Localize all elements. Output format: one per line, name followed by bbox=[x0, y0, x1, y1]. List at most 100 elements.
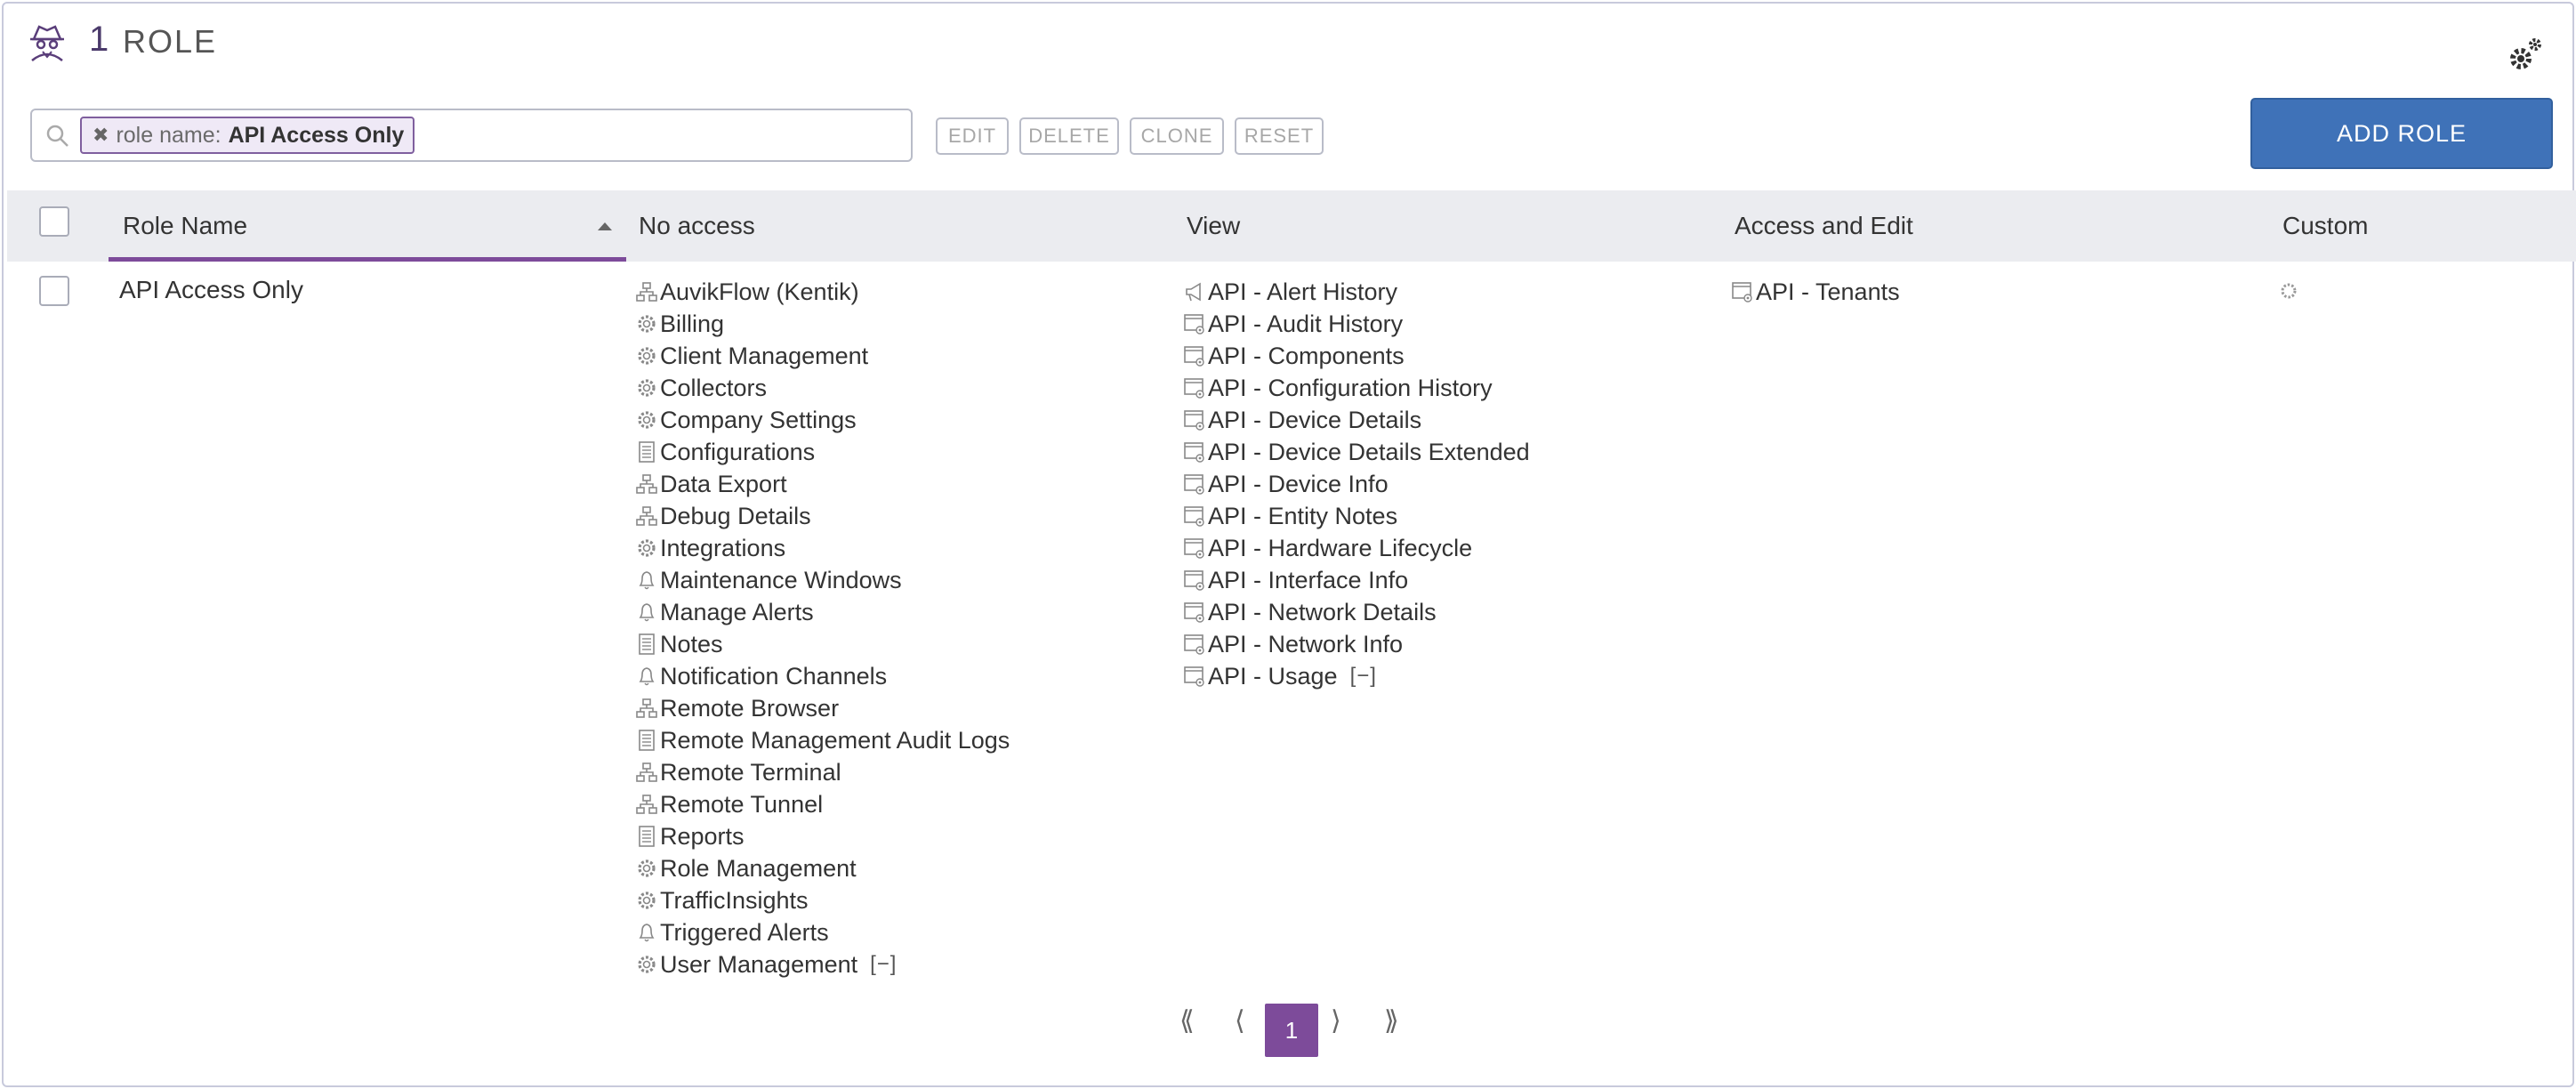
bell-icon bbox=[639, 603, 655, 622]
permission-label: API - Audit History bbox=[1208, 310, 1404, 337]
permission-label: API - Hardware Lifecycle bbox=[1208, 534, 1473, 561]
permission-label: API - Interface Info bbox=[1208, 566, 1409, 593]
document-icon bbox=[639, 633, 655, 655]
remove-filter-icon[interactable]: ✖ bbox=[93, 124, 109, 147]
column-header-view: View bbox=[1187, 212, 1241, 239]
permission-item: Manage Alerts bbox=[635, 596, 1010, 628]
api-window-icon bbox=[1184, 602, 1204, 623]
gear-icon bbox=[638, 859, 656, 877]
permission-label: Debug Details bbox=[660, 502, 811, 529]
permission-item: Configurations bbox=[635, 436, 1010, 468]
filter-chip-value: API Access Only bbox=[228, 122, 405, 148]
permission-label: API - Device Info bbox=[1208, 470, 1389, 497]
permission-label: Role Management bbox=[660, 854, 857, 882]
collapse-toggle[interactable]: [−] bbox=[1350, 664, 1377, 689]
api-window-icon bbox=[1184, 634, 1204, 655]
delete-button[interactable]: DELETE bbox=[1019, 117, 1119, 155]
permission-label: API - Alert History bbox=[1208, 278, 1398, 305]
permission-item: Remote Tunnel bbox=[635, 788, 1010, 820]
search-box[interactable]: ✖ role name: API Access Only bbox=[30, 109, 913, 162]
permission-item: API - Audit History bbox=[1183, 308, 1530, 340]
permission-label: API - Components bbox=[1208, 342, 1405, 369]
permission-item: Data Export bbox=[635, 468, 1010, 500]
sort-ascending-icon bbox=[598, 222, 612, 230]
permission-label: AuvikFlow (Kentik) bbox=[660, 278, 859, 305]
api-window-icon bbox=[1184, 538, 1204, 559]
permission-item: API - Device Details Extended bbox=[1183, 436, 1530, 468]
permission-item: API - Usage [−] bbox=[1183, 660, 1530, 692]
permission-label: Remote Terminal bbox=[660, 758, 841, 786]
collapse-toggle[interactable]: [−] bbox=[870, 952, 897, 977]
permission-item: Triggered Alerts bbox=[635, 916, 1010, 948]
current-page-button[interactable]: 1 bbox=[1265, 1004, 1318, 1057]
column-header-access-edit: Access and Edit bbox=[1735, 212, 1913, 239]
permission-label: Configurations bbox=[660, 438, 816, 465]
permission-label: Manage Alerts bbox=[660, 598, 814, 625]
permission-item: Company Settings bbox=[635, 404, 1010, 436]
next-page-button[interactable]: ⟩ bbox=[1331, 1005, 1341, 1037]
permission-item: API - Network Info bbox=[1183, 628, 1530, 660]
permission-item: Reports bbox=[635, 820, 1010, 852]
select-all-checkbox[interactable] bbox=[39, 206, 69, 237]
permission-item: API - Device Details bbox=[1183, 404, 1530, 436]
permission-item: Maintenance Windows bbox=[635, 564, 1010, 596]
clone-button[interactable]: CLONE bbox=[1130, 117, 1224, 155]
api-window-icon bbox=[1184, 346, 1204, 367]
first-page-button[interactable]: ⟪ bbox=[1179, 1005, 1195, 1037]
page-title: ROLE bbox=[123, 23, 218, 60]
permission-item: API - Components bbox=[1183, 340, 1530, 372]
table-header: Role Name No access View Access and Edit… bbox=[7, 190, 2576, 262]
permission-item: Notes bbox=[635, 628, 1010, 660]
network-icon bbox=[636, 795, 657, 814]
column-header-no-access: No access bbox=[639, 212, 755, 239]
permission-label: User Management bbox=[660, 950, 858, 978]
permission-item: API - Configuration History bbox=[1183, 372, 1530, 404]
permission-label: Reports bbox=[660, 822, 745, 850]
api-window-icon bbox=[1184, 442, 1204, 463]
column-header-role-name: Role Name bbox=[123, 212, 248, 239]
settings-gear-icon[interactable] bbox=[2505, 36, 2544, 75]
api-window-icon bbox=[1184, 570, 1204, 591]
gear-icon bbox=[638, 539, 656, 557]
permission-item: TrafficInsights bbox=[635, 884, 1010, 916]
permission-item: Billing bbox=[635, 308, 1010, 340]
last-page-button[interactable]: ⟫ bbox=[1384, 1005, 1399, 1037]
gear-icon bbox=[638, 411, 656, 429]
bell-icon bbox=[639, 667, 655, 686]
permission-label: Triggered Alerts bbox=[660, 918, 829, 946]
add-role-button[interactable]: ADD ROLE bbox=[2250, 98, 2553, 169]
permission-label: Billing bbox=[660, 310, 725, 337]
gear-icon bbox=[638, 347, 656, 365]
api-window-icon bbox=[1184, 410, 1204, 431]
network-icon bbox=[636, 506, 657, 526]
permission-item: Remote Management Audit Logs bbox=[635, 724, 1010, 756]
role-count: 1 bbox=[89, 20, 109, 59]
api-window-icon bbox=[1184, 506, 1204, 527]
permission-label: Remote Browser bbox=[660, 694, 840, 722]
permission-item: Collectors bbox=[635, 372, 1010, 404]
megaphone-icon bbox=[1186, 282, 1201, 302]
reset-button[interactable]: RESET bbox=[1235, 117, 1324, 155]
api-window-icon bbox=[1184, 378, 1204, 399]
role-name-column-header[interactable]: Role Name bbox=[109, 190, 626, 262]
permission-item: Debug Details bbox=[635, 500, 1010, 532]
permission-label: TrafficInsights bbox=[660, 886, 809, 914]
edit-button[interactable]: EDIT bbox=[936, 117, 1009, 155]
document-icon bbox=[639, 730, 655, 751]
row-checkbox[interactable] bbox=[39, 276, 69, 306]
prev-page-button[interactable]: ⟨ bbox=[1235, 1005, 1245, 1037]
role-name-cell[interactable]: API Access Only bbox=[119, 276, 303, 304]
permission-label: Data Export bbox=[660, 470, 787, 497]
permission-label: Remote Tunnel bbox=[660, 790, 824, 818]
permission-item: Client Management bbox=[635, 340, 1010, 372]
permission-label: Notes bbox=[660, 630, 723, 657]
permission-item: API - Alert History bbox=[1183, 276, 1530, 308]
api-window-icon bbox=[1732, 282, 1752, 302]
custom-gear-icon bbox=[2281, 283, 2297, 299]
permission-item: API - Entity Notes bbox=[1183, 500, 1530, 532]
permission-item: User Management [−] bbox=[635, 948, 1010, 980]
permission-label: Remote Management Audit Logs bbox=[660, 726, 1010, 754]
permission-label: Maintenance Windows bbox=[660, 566, 902, 593]
spy-icon bbox=[30, 25, 64, 61]
roles-panel: 1 ROLE ✖ role name: API Access Only EDIT… bbox=[2, 2, 2576, 1087]
